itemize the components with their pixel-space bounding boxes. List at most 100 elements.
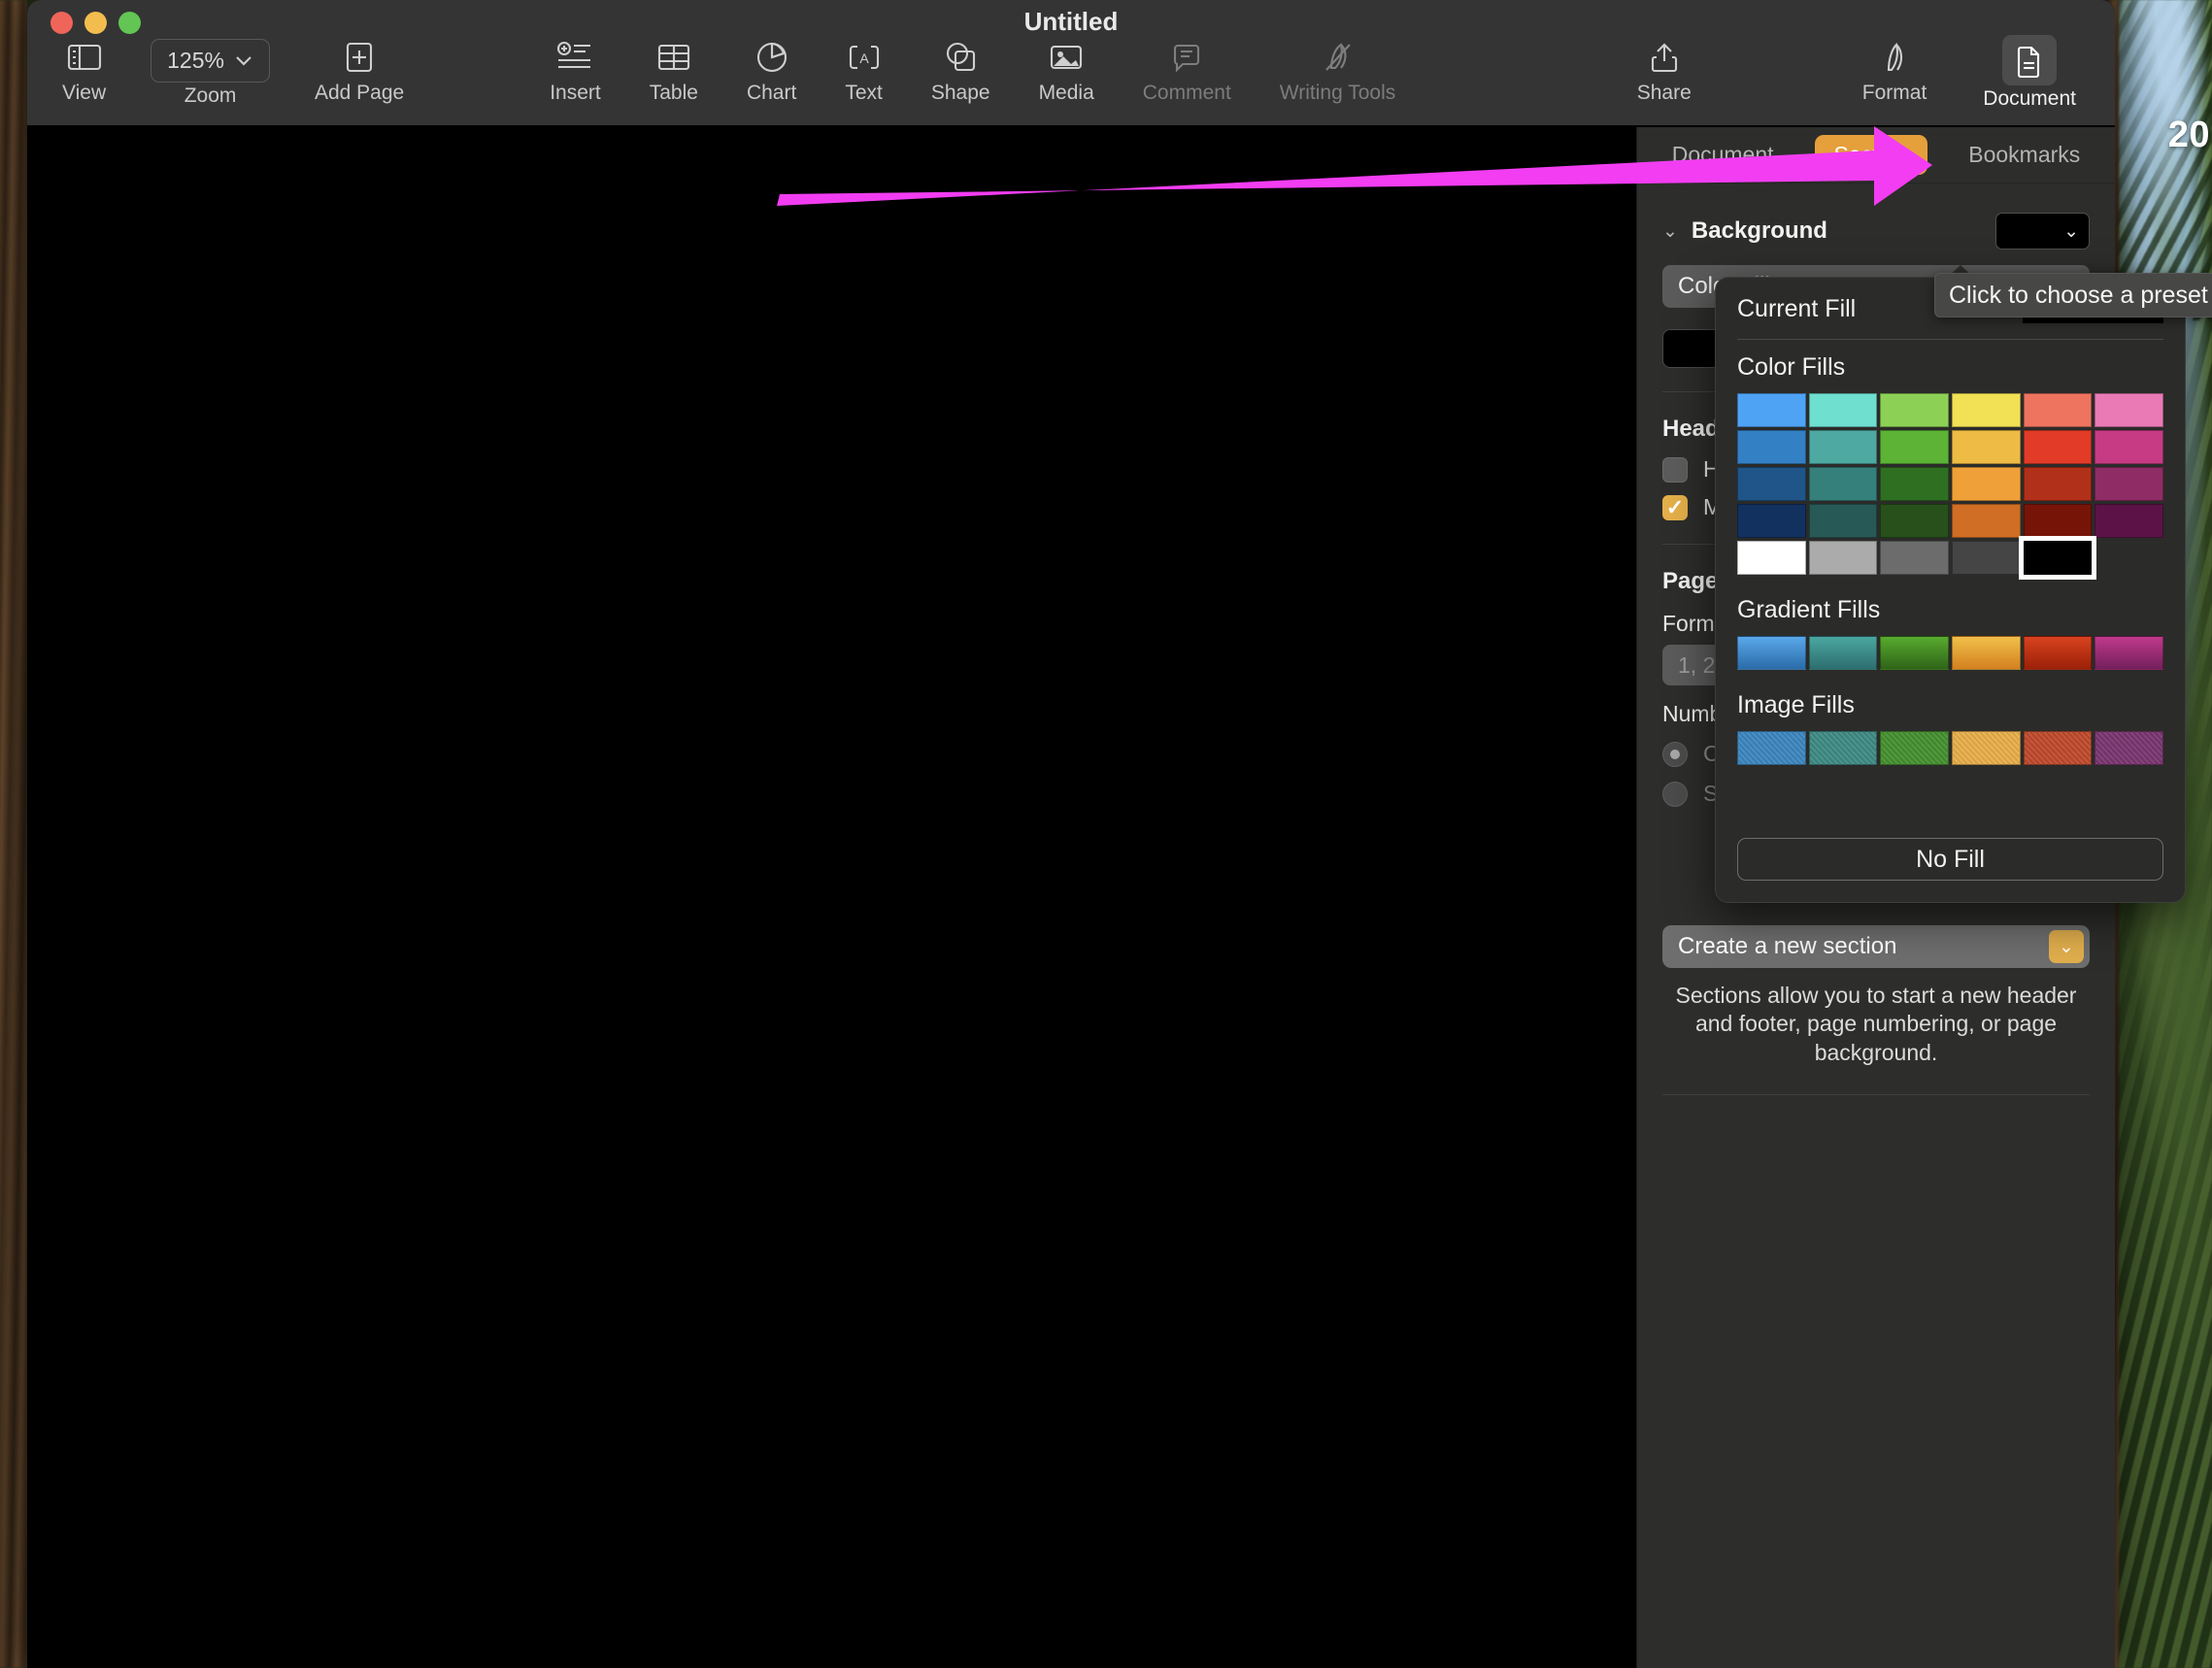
color-swatch[interactable] <box>1880 467 1949 501</box>
toolbar-zoom-label: Zoom <box>184 84 237 107</box>
toolbar-shape-button[interactable]: Shape <box>931 29 990 105</box>
toolbar-add-page-button[interactable]: Add Page <box>315 29 404 105</box>
add-page-icon <box>345 35 374 80</box>
color-swatch[interactable] <box>1951 541 2021 575</box>
zoom-select[interactable]: 125% <box>151 39 270 83</box>
current-fill-label: Current Fill <box>1737 295 1857 322</box>
comment-icon <box>1171 35 1202 80</box>
toolbar-left-group: View 125% Zoom Add Page <box>62 29 404 108</box>
image-fill-swatch[interactable] <box>1737 731 1806 765</box>
color-swatch[interactable] <box>2095 393 2163 427</box>
tab-section[interactable]: Section <box>1814 135 1928 175</box>
image-fill-swatch[interactable] <box>2095 731 2163 765</box>
color-swatch[interactable] <box>1880 393 1949 427</box>
toolbar-document-label: Document <box>1983 87 2076 110</box>
color-swatch-selected[interactable] <box>2018 536 2097 580</box>
tab-bookmarks[interactable]: Bookmarks <box>1949 135 2099 175</box>
color-swatch[interactable] <box>2095 467 2163 501</box>
toolbar-writing-tools-button[interactable]: Writing Tools <box>1280 29 1395 105</box>
image-fills-grid[interactable] <box>1737 731 2163 765</box>
toolbar-add-page-label: Add Page <box>314 82 405 104</box>
no-fill-button[interactable]: No Fill <box>1737 838 2163 881</box>
color-swatch[interactable] <box>1951 504 2021 538</box>
color-swatch[interactable] <box>1880 504 1949 538</box>
toolbar-insert-label: Insert <box>550 82 601 104</box>
color-swatch[interactable] <box>2023 430 2093 464</box>
gradient-swatch[interactable] <box>2023 636 2093 670</box>
background-color-preset-button[interactable]: ⌄ <box>1995 213 2090 250</box>
chevron-down-icon: ⌄ <box>2063 220 2079 242</box>
chevron-down-icon[interactable]: ⌄ <box>2049 930 2084 963</box>
color-swatch[interactable] <box>1880 430 1949 464</box>
toolbar-document-button[interactable]: Document <box>1983 29 2076 111</box>
gradient-fills-label: Gradient Fills <box>1737 596 1881 623</box>
background-section-header[interactable]: ⌄ Background ⌄ <box>1662 213 2090 250</box>
gradient-swatch[interactable] <box>1737 636 1806 670</box>
color-swatch[interactable] <box>1737 541 1806 575</box>
hide-on-first-page-checkbox[interactable] <box>1662 456 1688 483</box>
shape-icon <box>943 35 978 80</box>
color-swatch[interactable] <box>1808 541 1878 575</box>
toolbar-text-button[interactable]: A Text <box>845 29 883 105</box>
chevron-down-icon[interactable]: ⌄ <box>1662 220 1678 243</box>
gradient-fills-grid[interactable] <box>1737 636 2163 670</box>
color-swatch[interactable] <box>2095 504 2163 538</box>
toolbar-shape-label: Shape <box>930 82 990 104</box>
color-swatch[interactable] <box>1737 393 1806 427</box>
color-swatch[interactable] <box>1737 504 1806 538</box>
document-canvas[interactable] <box>27 127 1636 1668</box>
divider <box>1662 1094 2090 1096</box>
color-swatch[interactable] <box>2095 430 2163 464</box>
tab-document[interactable]: Document <box>1653 135 1793 175</box>
image-fill-swatch[interactable] <box>1951 731 2021 765</box>
color-swatch[interactable] <box>1951 467 2021 501</box>
gradient-swatch[interactable] <box>1808 636 1878 670</box>
color-swatch[interactable] <box>1880 541 1949 575</box>
color-swatch[interactable] <box>1951 393 2021 427</box>
gradient-swatch[interactable] <box>1951 636 2021 670</box>
color-fills-label: Color Fills <box>1737 353 1846 381</box>
toolbar-view-button[interactable]: View <box>62 29 106 105</box>
color-swatch[interactable] <box>1808 504 1878 538</box>
color-swatch[interactable] <box>1951 430 2021 464</box>
start-at-radio[interactable] <box>1662 781 1688 807</box>
toolbar-insert-button[interactable]: Insert <box>550 29 601 105</box>
continue-from-previous-radio[interactable] <box>1662 741 1688 767</box>
color-preset-popover[interactable]: Current Fill Color Fills Gradient Fills … <box>1715 265 2186 903</box>
color-swatch[interactable] <box>2023 504 2093 538</box>
color-swatch[interactable] <box>1737 430 1806 464</box>
create-new-section-button[interactable]: Create a new section ⌄ <box>1662 925 2090 968</box>
window-titlebar: Untitled View 125% Zoom Add Page Insert … <box>27 0 2115 126</box>
gradient-swatch[interactable] <box>1880 636 1949 670</box>
color-swatch[interactable] <box>1808 393 1878 427</box>
color-swatch[interactable] <box>2023 467 2093 501</box>
no-fill-label: No Fill <box>1916 845 1985 873</box>
toolbar-zoom-control[interactable]: 125% Zoom <box>151 29 270 108</box>
color-swatch[interactable] <box>1737 467 1806 501</box>
image-fill-swatch[interactable] <box>1808 731 1878 765</box>
new-section-area: Create a new section ⌄ Sections allow yo… <box>1662 925 2090 1096</box>
toolbar-view-label: View <box>62 82 107 104</box>
color-fills-grid[interactable] <box>1737 393 2163 580</box>
toolbar-share-button[interactable]: Share <box>1637 29 1692 105</box>
image-fill-swatch[interactable] <box>1880 731 1949 765</box>
toolbar-chart-label: Chart <box>746 82 797 104</box>
document-button-selected-bg <box>2002 35 2058 85</box>
color-swatch[interactable] <box>2023 393 2093 427</box>
toolbar-media-button[interactable]: Media <box>1039 29 1094 105</box>
color-swatch[interactable] <box>1808 467 1878 501</box>
image-fill-swatch[interactable] <box>2023 731 2093 765</box>
toolbar-format-button[interactable]: Format <box>1862 29 1927 105</box>
app-toolbar: View 125% Zoom Add Page Insert Table Cha… <box>27 29 2115 126</box>
toolbar-chart-button[interactable]: Chart <box>747 29 796 105</box>
chevron-down-icon <box>236 56 251 66</box>
svg-text:A: A <box>859 50 869 66</box>
toolbar-writing-tools-label: Writing Tools <box>1279 82 1396 104</box>
toolbar-comment-button[interactable]: Comment <box>1143 29 1231 105</box>
gradient-swatch[interactable] <box>2095 636 2163 670</box>
match-previous-section-checkbox[interactable] <box>1662 494 1688 520</box>
toolbar-table-button[interactable]: Table <box>650 29 698 105</box>
divider <box>1737 339 2163 340</box>
color-swatch[interactable] <box>1808 430 1878 464</box>
sidebar-icon <box>67 35 102 80</box>
